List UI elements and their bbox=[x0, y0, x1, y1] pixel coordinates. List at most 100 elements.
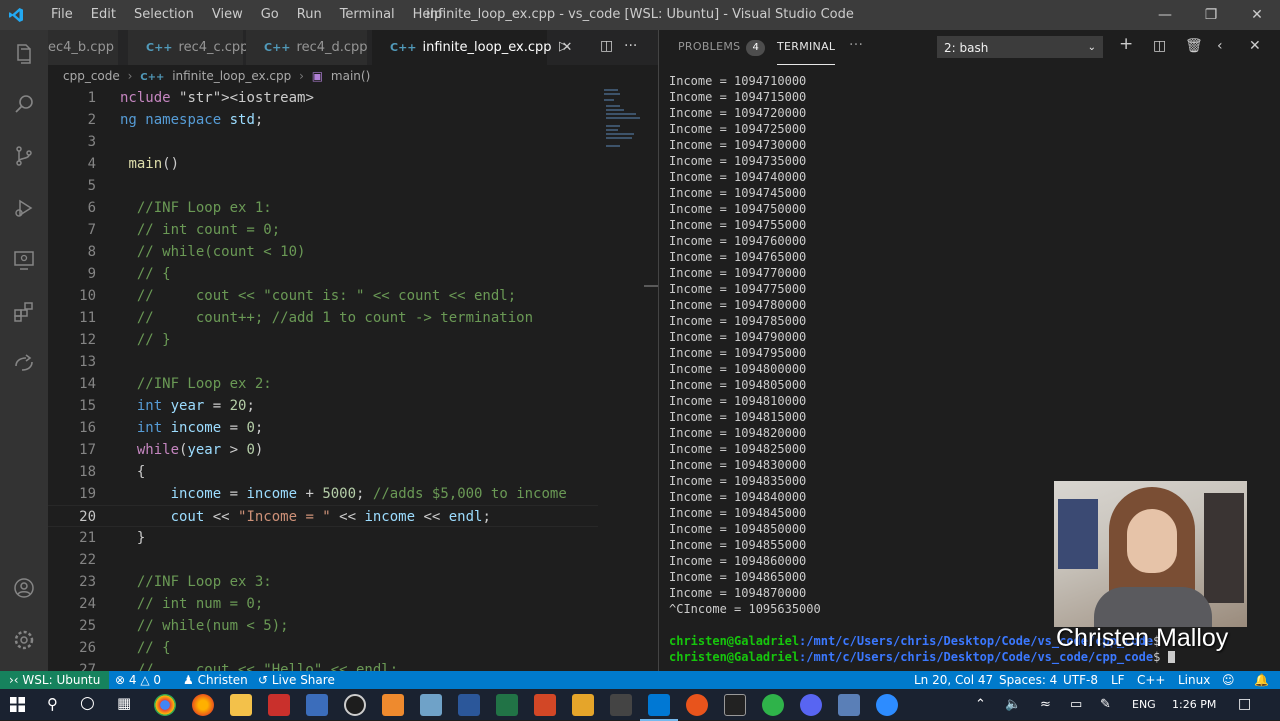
action-center-icon[interactable]: □ bbox=[1238, 689, 1251, 720]
code-line[interactable]: 24 // int num = 0; bbox=[48, 593, 598, 615]
cursor-position[interactable]: Ln 20, Col 47 bbox=[914, 671, 993, 689]
menu-view[interactable]: View bbox=[203, 0, 252, 30]
more-panel-icon[interactable]: ··· bbox=[849, 28, 863, 62]
github-icon[interactable] bbox=[344, 694, 366, 716]
tab-rec4-d[interactable]: C++ rec4_d.cpp bbox=[246, 30, 368, 65]
pen-icon[interactable]: ✎ bbox=[1100, 689, 1111, 720]
settings-gear-icon[interactable] bbox=[12, 628, 36, 652]
line-ending[interactable]: LF bbox=[1111, 671, 1125, 689]
breadcrumb-folder[interactable]: cpp_code bbox=[63, 69, 120, 83]
app-icon-ubuntu[interactable] bbox=[686, 694, 708, 716]
code-line[interactable]: 16 int income = 0; bbox=[48, 417, 598, 439]
tab-terminal[interactable]: TERMINAL bbox=[777, 30, 836, 65]
excel-icon[interactable] bbox=[496, 694, 518, 716]
chrome-icon[interactable] bbox=[154, 694, 176, 716]
indentation[interactable]: Spaces: 4 bbox=[999, 671, 1057, 689]
wifi-icon[interactable]: ≈ bbox=[1040, 689, 1051, 720]
powerpoint-icon[interactable] bbox=[534, 694, 556, 716]
os-indicator[interactable]: Linux bbox=[1178, 671, 1210, 689]
code-line[interactable]: 27 // cout << "Hello" << endl; bbox=[48, 659, 598, 671]
code-editor[interactable]: 1 nclude "str"><iostream> 2 ng namespace st… bbox=[48, 87, 598, 671]
code-line[interactable]: 6 //INF Loop ex 1: bbox=[48, 197, 598, 219]
feedback-icon[interactable]: ☺ bbox=[1222, 671, 1235, 689]
menu-help[interactable]: Help bbox=[404, 0, 452, 30]
code-line[interactable]: 17 while(year > 0) bbox=[48, 439, 598, 461]
live-share-status[interactable]: ↺ Live Share bbox=[258, 671, 335, 689]
menu-edit[interactable]: Edit bbox=[82, 0, 125, 30]
more-actions-icon[interactable]: ··· bbox=[624, 38, 637, 54]
code-line[interactable]: 4 main() bbox=[48, 153, 598, 175]
code-line[interactable]: 1 nclude "str"><iostream> bbox=[48, 87, 598, 109]
sticky-notes-icon[interactable] bbox=[572, 694, 594, 716]
code-line[interactable]: 14 //INF Loop ex 2: bbox=[48, 373, 598, 395]
code-line[interactable]: 21 } bbox=[48, 527, 598, 549]
code-line[interactable]: 18 { bbox=[48, 461, 598, 483]
app-icon-doc[interactable] bbox=[838, 694, 860, 716]
menu-file[interactable]: File bbox=[42, 0, 82, 30]
search-icon[interactable] bbox=[12, 92, 36, 116]
breadcrumb-symbol[interactable]: main() bbox=[331, 69, 370, 83]
task-view-icon[interactable]: ▦ bbox=[117, 694, 131, 712]
code-line[interactable]: 2 ng namespace std; bbox=[48, 109, 598, 131]
code-line[interactable]: 3 bbox=[48, 131, 598, 153]
code-line[interactable]: 8 // while(count < 10) bbox=[48, 241, 598, 263]
clock[interactable]: 1:26 PM bbox=[1172, 689, 1216, 720]
terminal-select-dropdown[interactable]: 2: bash ⌄ bbox=[937, 36, 1103, 58]
close-panel-icon[interactable]: ✕ bbox=[1249, 38, 1261, 54]
close-window-icon[interactable]: ✕ bbox=[1234, 0, 1280, 30]
code-line[interactable]: 22 bbox=[48, 549, 598, 571]
code-line[interactable]: 20 cout << "Income = " << income << endl… bbox=[48, 505, 598, 527]
run-debug-icon[interactable] bbox=[12, 196, 36, 220]
code-line[interactable]: 23 //INF Loop ex 3: bbox=[48, 571, 598, 593]
tab-infinite-loop-ex[interactable]: C++ infinite_loop_ex.cpp ✕ bbox=[372, 30, 572, 65]
account-icon[interactable] bbox=[12, 576, 36, 600]
notifications-icon[interactable]: 🔔 bbox=[1254, 671, 1269, 689]
calculator-icon[interactable] bbox=[306, 694, 328, 716]
remote-indicator[interactable]: ›‹ WSL: Ubuntu bbox=[0, 671, 110, 689]
run-code-icon[interactable]: ▷ bbox=[559, 39, 569, 54]
code-line[interactable]: 26 // { bbox=[48, 637, 598, 659]
tab-rec4-b[interactable]: ec4_b.cpp bbox=[48, 30, 119, 65]
language-mode[interactable]: C++ bbox=[1137, 671, 1166, 689]
app-icon-blue[interactable] bbox=[420, 694, 442, 716]
code-line[interactable]: 15 int year = 20; bbox=[48, 395, 598, 417]
menu-selection[interactable]: Selection bbox=[125, 0, 203, 30]
menu-go[interactable]: Go bbox=[252, 0, 288, 30]
app-icon-green[interactable] bbox=[762, 694, 784, 716]
split-editor-icon[interactable]: ◫ bbox=[600, 38, 613, 54]
taskbar-search-icon[interactable]: ⚲ bbox=[47, 695, 58, 713]
vscode-taskbar-icon[interactable] bbox=[640, 694, 678, 721]
windows-start-icon[interactable] bbox=[10, 697, 25, 712]
code-line[interactable]: 9 // { bbox=[48, 263, 598, 285]
code-line[interactable]: 12 // } bbox=[48, 329, 598, 351]
chevron-left-icon[interactable]: ‹ bbox=[1217, 38, 1223, 54]
account-status[interactable]: ♟ Christen bbox=[183, 671, 248, 689]
extensions-icon[interactable] bbox=[12, 300, 36, 324]
minimize-icon[interactable]: — bbox=[1142, 0, 1188, 30]
app-icon-orange[interactable] bbox=[382, 694, 404, 716]
encoding[interactable]: UTF-8 bbox=[1063, 671, 1098, 689]
trash-icon[interactable]: 🗑 bbox=[1185, 38, 1203, 54]
code-line[interactable]: 5 bbox=[48, 175, 598, 197]
minimap[interactable] bbox=[598, 87, 644, 671]
menu-run[interactable]: Run bbox=[288, 0, 331, 30]
split-terminal-icon[interactable]: ◫ bbox=[1153, 38, 1166, 54]
code-line[interactable]: 25 // while(num < 5); bbox=[48, 615, 598, 637]
firefox-icon[interactable] bbox=[192, 694, 214, 716]
menu-terminal[interactable]: Terminal bbox=[331, 0, 404, 30]
new-terminal-icon[interactable]: + bbox=[1119, 34, 1133, 54]
cortana-icon[interactable]: ○ bbox=[80, 693, 95, 713]
code-line[interactable]: 11 // count++; //add 1 to count -> termi… bbox=[48, 307, 598, 329]
zoom-icon[interactable] bbox=[876, 694, 898, 716]
show-hidden-icons-icon[interactable]: ⌃ bbox=[975, 689, 986, 720]
app-icon-red[interactable] bbox=[268, 694, 290, 716]
input-language[interactable]: ENG bbox=[1132, 689, 1156, 720]
code-line[interactable]: 7 // int count = 0; bbox=[48, 219, 598, 241]
battery-icon[interactable]: ▭ bbox=[1070, 689, 1082, 720]
discord-icon[interactable] bbox=[800, 694, 822, 716]
breadcrumb-file[interactable]: infinite_loop_ex.cpp bbox=[172, 69, 291, 83]
restore-icon[interactable]: ❐ bbox=[1188, 0, 1234, 30]
word-icon[interactable] bbox=[458, 694, 480, 716]
remote-explorer-icon[interactable] bbox=[12, 248, 36, 272]
terminal-taskbar-icon[interactable] bbox=[724, 694, 746, 716]
